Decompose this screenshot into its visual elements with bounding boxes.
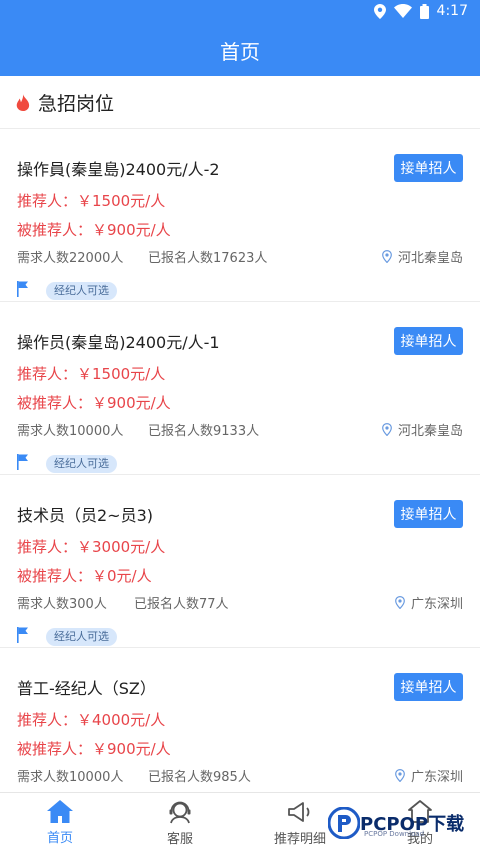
required-count: 需求人数300人 xyxy=(17,597,107,612)
location-pin-icon xyxy=(382,250,392,263)
required-count: 需求人数10000人 xyxy=(17,770,124,785)
accept-recruit-button[interactable]: 接单招人 xyxy=(394,673,463,701)
recommended-reward: 被推荐人：￥900元/人 xyxy=(17,740,171,758)
location-pin-icon xyxy=(395,596,405,609)
app-bar: 首页 xyxy=(0,24,480,76)
broker-optional-tag: 经纪人可选 xyxy=(46,282,117,300)
job-card[interactable]: 技术员（员2~员3) 接单招人 推荐人：￥3000元/人 被推荐人：￥0元/人 … xyxy=(0,475,480,648)
accept-recruit-button[interactable]: 接单招人 xyxy=(394,327,463,355)
job-location: 广东深圳 xyxy=(395,766,463,785)
location-pin-icon xyxy=(395,769,405,782)
location-text: 河北秦皇岛 xyxy=(397,424,463,439)
main-content[interactable]: 急招岗位 操作員(秦皇島)2400元/人-2 接单招人 推荐人：￥1500元/人… xyxy=(0,76,480,792)
section-title: 急招岗位 xyxy=(38,92,115,115)
required-count: 需求人数22000人 xyxy=(17,251,124,266)
tab-label: 首页 xyxy=(46,831,73,846)
page-title: 首页 xyxy=(220,39,260,64)
signed-up-count: 已报名人数77人 xyxy=(134,597,229,612)
job-title: 普工-经纪人（SZ） xyxy=(17,679,156,698)
section-header: 急招岗位 xyxy=(0,76,480,129)
megaphone-icon xyxy=(288,802,310,822)
home-icon xyxy=(47,800,73,823)
job-location: 河北秦皇岛 xyxy=(382,420,463,439)
tab-home[interactable]: 首页 xyxy=(0,793,120,854)
flag-icon xyxy=(17,454,28,470)
accept-recruit-button[interactable]: 接单招人 xyxy=(394,154,463,182)
job-location: 广东深圳 xyxy=(395,593,463,612)
recommender-reward: 推荐人：￥1500元/人 xyxy=(17,192,166,210)
broker-optional-tag: 经纪人可选 xyxy=(46,455,117,473)
recommender-reward: 推荐人：￥4000元/人 xyxy=(17,711,166,729)
job-location: 河北秦皇岛 xyxy=(382,247,463,266)
wifi-icon xyxy=(393,4,412,18)
recommended-reward: 被推荐人：￥0元/人 xyxy=(17,567,152,585)
fire-icon xyxy=(16,93,30,111)
location-text: 河北秦皇岛 xyxy=(397,251,463,266)
accept-recruit-button[interactable]: 接单招人 xyxy=(394,500,463,528)
flag-icon xyxy=(17,281,28,297)
recommended-reward: 被推荐人：￥900元/人 xyxy=(17,221,171,239)
customer-service-icon xyxy=(169,801,191,824)
status-time: 4:17 xyxy=(436,3,468,19)
signed-up-count: 已报名人数9133人 xyxy=(148,424,260,439)
job-title: 操作员(秦皇岛)2400元/人-1 xyxy=(17,333,220,352)
broker-optional-tag: 经纪人可选 xyxy=(46,628,117,646)
tab-label: 推荐明细 xyxy=(273,832,326,847)
job-title: 操作員(秦皇島)2400元/人-2 xyxy=(17,160,220,179)
job-title: 技术员（员2~员3) xyxy=(17,506,154,525)
watermark: PCPOP下载 PCPOP Download xyxy=(328,800,478,846)
tab-label: 客服 xyxy=(166,832,193,847)
location-text: 广东深圳 xyxy=(410,597,463,612)
job-card[interactable]: 操作員(秦皇島)2400元/人-2 接单招人 推荐人：￥1500元/人 被推荐人… xyxy=(0,129,480,302)
recommender-reward: 推荐人：￥3000元/人 xyxy=(17,538,166,556)
required-count: 需求人数10000人 xyxy=(17,424,124,439)
tab-customer-service[interactable]: 客服 xyxy=(120,793,240,854)
location-pin-icon xyxy=(382,423,392,436)
recommender-reward: 推荐人：￥1500元/人 xyxy=(17,365,166,383)
status-bar: 4:17 xyxy=(0,0,480,24)
location-text: 广东深圳 xyxy=(410,770,463,785)
recommended-reward: 被推荐人：￥900元/人 xyxy=(17,394,171,412)
location-icon xyxy=(373,3,386,19)
signed-up-count: 已报名人数17623人 xyxy=(148,251,268,266)
job-card[interactable]: 普工-经纪人（SZ） 接单招人 推荐人：￥4000元/人 被推荐人：￥900元/… xyxy=(0,648,480,792)
pcpop-logo-icon xyxy=(328,807,360,839)
battery-icon xyxy=(419,3,429,19)
watermark-subtext: PCPOP Download xyxy=(364,830,425,838)
job-card[interactable]: 操作员(秦皇岛)2400元/人-1 接单招人 推荐人：￥1500元/人 被推荐人… xyxy=(0,302,480,475)
signed-up-count: 已报名人数985人 xyxy=(148,770,251,785)
flag-icon xyxy=(17,627,28,643)
